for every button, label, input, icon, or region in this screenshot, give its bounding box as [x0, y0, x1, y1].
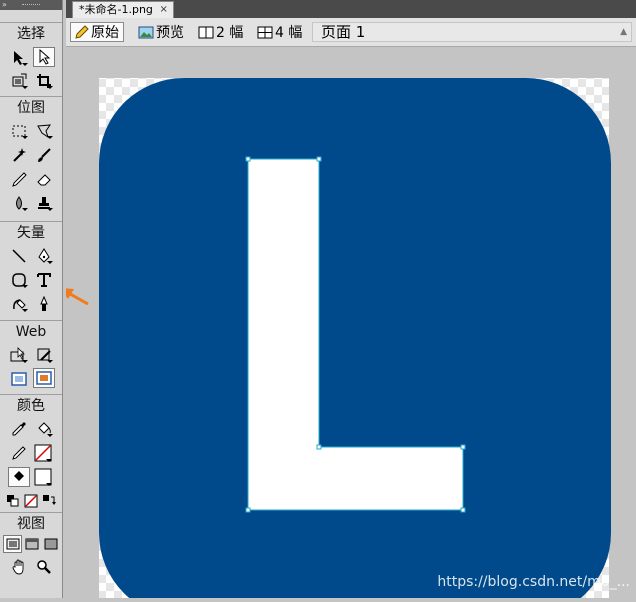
section-vector: 矢量 — [0, 221, 62, 320]
canvas-area[interactable]: https://blog.csdn.net/m0_... — [60, 47, 636, 602]
zoom-tool[interactable] — [33, 557, 55, 577]
section-label-colors: 颜色 — [17, 398, 45, 414]
crop-tool[interactable] — [33, 71, 55, 91]
eyedropper-tool[interactable] — [8, 419, 30, 439]
hotspot-tool[interactable] — [8, 345, 30, 365]
fill-color-swatch[interactable] — [32, 466, 54, 488]
paint-bucket-tool[interactable] — [33, 419, 55, 439]
section-label-select: 选择 — [17, 26, 45, 42]
swap-colors-icon[interactable] — [40, 491, 58, 511]
section-web: Web — [0, 320, 62, 394]
tab-preview[interactable]: 预览 — [134, 22, 188, 42]
page-dropdown[interactable]: 页面 1 ▲▼ — [312, 22, 632, 56]
full-screen-mode-icon[interactable] — [41, 535, 60, 553]
line-tool[interactable] — [8, 246, 30, 266]
document-tab-bar: *未命名-1.png × — [66, 0, 636, 19]
marquee-tool[interactable] — [8, 121, 30, 141]
panel-grip[interactable]: » — [0, 0, 62, 10]
four-up-icon — [257, 26, 273, 38]
full-screen-menus-icon[interactable] — [22, 535, 41, 553]
freeform-tool[interactable] — [8, 294, 30, 314]
magic-wand-tool[interactable] — [8, 145, 30, 165]
preview-image-icon — [138, 26, 154, 38]
section-label-view: 视图 — [17, 516, 45, 532]
pencil-icon — [75, 25, 89, 39]
pen-tool[interactable] — [33, 246, 55, 266]
document-tab-title: *未命名-1.png — [79, 3, 153, 16]
default-colors-icon[interactable] — [4, 491, 22, 511]
close-tab-icon[interactable]: × — [160, 2, 168, 18]
tab-4-up[interactable]: 4 幅 — [253, 22, 306, 42]
annotation-arrow — [60, 288, 89, 306]
section-view: 视图 — [0, 512, 62, 599]
brush-tool[interactable] — [33, 145, 55, 165]
text-tool[interactable] — [33, 270, 55, 290]
rectangle-tool[interactable] — [8, 270, 30, 290]
tools-panel: » 选择 位图 矢量 Web 颜色 视图 — [0, 0, 63, 598]
fill-color-bucket-icon — [8, 467, 30, 487]
pointer-tool[interactable] — [8, 48, 30, 68]
section-label-vector: 矢量 — [17, 225, 45, 241]
stroke-color-pencil-icon — [8, 443, 30, 463]
rubber-stamp-tool[interactable] — [33, 193, 55, 213]
hand-tool[interactable] — [8, 557, 30, 577]
tab-2-up-label: 2 幅 — [216, 25, 244, 41]
section-label-web: Web — [15, 324, 47, 340]
blur-tool[interactable] — [8, 193, 30, 213]
collapse-arrows-icon[interactable]: » — [2, 0, 7, 10]
section-colors: 颜色 — [0, 394, 62, 512]
section-label-bitmap: 位图 — [17, 100, 45, 116]
slice-tool[interactable] — [33, 345, 55, 365]
canvas-svg — [60, 78, 611, 602]
knife-tool[interactable] — [33, 294, 55, 314]
document-tab[interactable]: *未命名-1.png × — [72, 1, 174, 19]
eraser-tool[interactable] — [33, 169, 55, 189]
watermark-text: https://blog.csdn.net/m0_... — [437, 574, 630, 590]
tab-original-label: 原始 — [91, 25, 119, 41]
standard-screen-mode-icon[interactable] — [3, 535, 22, 553]
section-select: 选择 — [0, 22, 62, 96]
two-up-icon — [198, 26, 214, 38]
tab-2-up[interactable]: 2 幅 — [194, 22, 247, 42]
lasso-tool[interactable] — [33, 121, 55, 141]
rounded-rectangle-shape[interactable] — [99, 78, 611, 602]
tab-4-up-label: 4 幅 — [275, 25, 303, 41]
no-color-icon[interactable] — [22, 491, 40, 511]
view-toolbar: 原始 预览 2 幅 4 幅 页面 1 ▲▼ — [66, 18, 636, 56]
pencil-tool[interactable] — [8, 169, 30, 189]
subselection-tool[interactable] — [33, 47, 55, 67]
section-bitmap: 位图 — [0, 96, 62, 221]
scale-tool[interactable] — [8, 71, 30, 91]
tab-original[interactable]: 原始 — [70, 22, 124, 42]
hide-slices-icon[interactable] — [8, 369, 30, 389]
show-slices-icon[interactable] — [33, 368, 55, 388]
page-dropdown-value: 页面 1 — [321, 23, 366, 41]
stroke-color-swatch[interactable] — [32, 442, 54, 464]
tab-preview-label: 预览 — [156, 25, 184, 41]
